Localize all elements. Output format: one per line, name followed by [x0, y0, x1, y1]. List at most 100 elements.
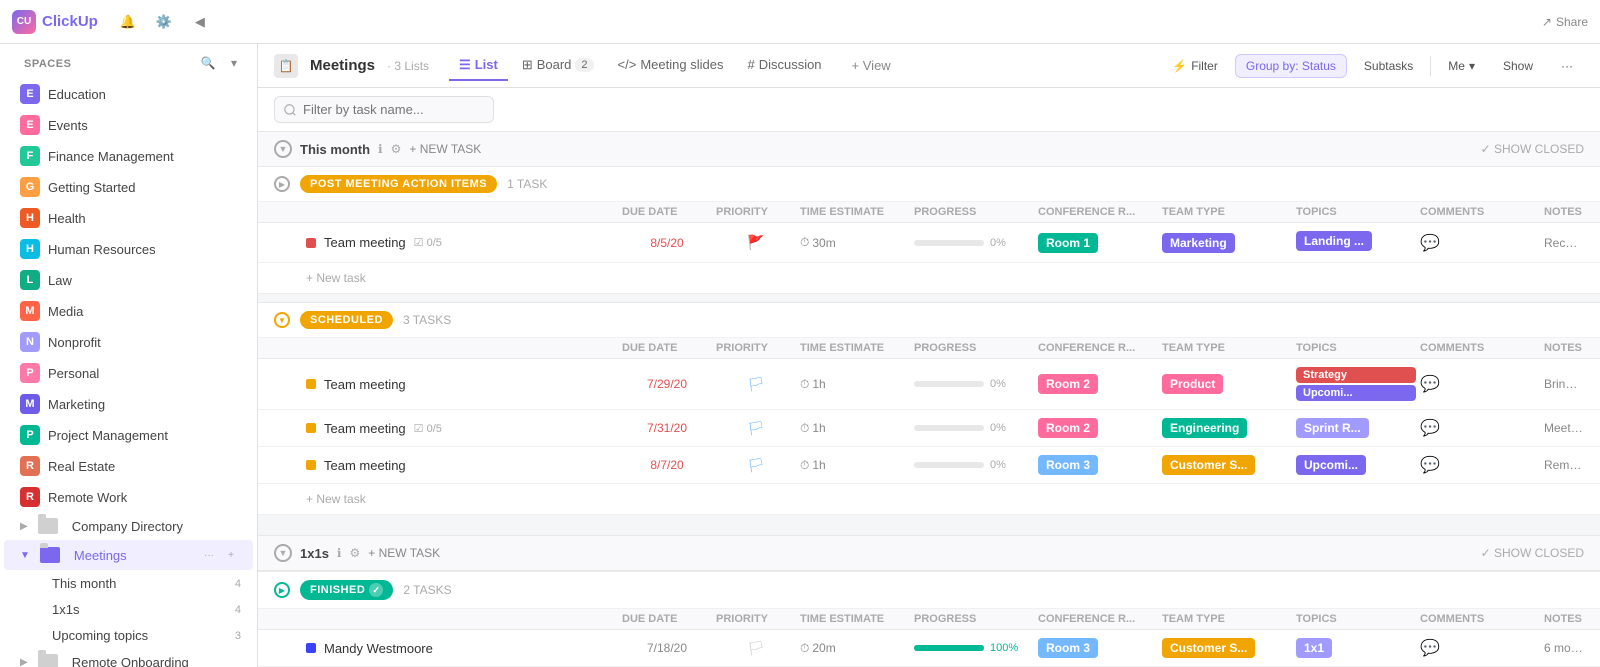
add-view-button[interactable]: + View — [844, 54, 899, 77]
conference-room-cell[interactable]: Room 2 — [1038, 418, 1158, 438]
onexone-settings-icon[interactable]: ⚙ — [349, 546, 360, 560]
topic-cell[interactable]: 1x1 — [1296, 638, 1416, 658]
share-button[interactable]: ↗ Share — [1542, 15, 1588, 29]
team-badge[interactable]: Product — [1162, 374, 1223, 394]
tab-board[interactable]: ⊞ Board 2 — [512, 51, 604, 81]
comment-icon[interactable]: 💬 — [1420, 235, 1440, 252]
topic1-badge[interactable]: Strategy — [1296, 367, 1416, 383]
conference-badge[interactable]: Room 3 — [1038, 455, 1098, 475]
conference-room-cell[interactable]: Room 1 — [1038, 233, 1158, 253]
scheduled-new-task[interactable]: + New task — [258, 484, 1600, 515]
sidebar-folder-remote-onboarding[interactable]: ▶ Remote Onboarding — [4, 649, 253, 667]
onexone-show-closed[interactable]: ✓ SHOW CLOSED — [1481, 546, 1584, 560]
post-meeting-toggle[interactable]: ▶ — [274, 176, 290, 192]
topic-badge[interactable]: 1x1 — [1296, 638, 1332, 658]
team-type-cell[interactable]: Customer S... — [1162, 638, 1292, 658]
this-month-new-task-btn[interactable]: + NEW TASK — [409, 142, 481, 156]
topic-badge[interactable]: Upcomi... — [1296, 455, 1366, 475]
comments-cell[interactable]: 💬 — [1420, 638, 1540, 658]
meetings-add-btn[interactable]: + — [221, 545, 241, 565]
sidebar-folder-meetings[interactable]: ▼ Meetings ··· + — [4, 540, 253, 570]
conference-room-cell[interactable]: Room 2 — [1038, 374, 1158, 394]
finished-toggle[interactable]: ▶ — [274, 582, 290, 598]
sidebar-item-remote-work[interactable]: R Remote Work — [4, 482, 253, 512]
conference-badge[interactable]: Room 3 — [1038, 638, 1098, 658]
task-name[interactable]: Team meeting — [324, 421, 406, 436]
this-month-toggle[interactable]: ▼ — [274, 140, 292, 158]
team-type-cell[interactable]: Engineering — [1162, 418, 1292, 438]
scheduled-toggle[interactable]: ▼ — [274, 312, 290, 328]
sidebar-item-getting-started[interactable]: G Getting Started — [4, 172, 253, 202]
sidebar-item-this-month[interactable]: This month 4 — [32, 571, 253, 596]
comment-icon[interactable]: 💬 — [1420, 420, 1440, 437]
sidebar-item-media[interactable]: M Media — [4, 296, 253, 326]
filter-button[interactable]: ⚡ Filter — [1161, 54, 1229, 78]
team-type-cell[interactable]: Customer S... — [1162, 455, 1292, 475]
sidebar-item-law[interactable]: L Law — [4, 265, 253, 295]
topic-cell[interactable]: Sprint R... — [1296, 418, 1416, 438]
sidebar-search-icon[interactable]: 🔍 — [197, 52, 219, 74]
comments-cell[interactable]: 💬 — [1420, 374, 1540, 394]
search-input[interactable] — [274, 96, 494, 123]
task-name[interactable]: Team meeting — [324, 377, 406, 392]
topic-cell[interactable]: Strategy Upcomi... — [1296, 367, 1416, 401]
comments-cell[interactable]: 💬 — [1420, 455, 1540, 475]
team-badge[interactable]: Engineering — [1162, 418, 1247, 438]
sidebar-item-1x1s[interactable]: 1x1s 4 — [32, 597, 253, 622]
post-meeting-new-task[interactable]: + New task — [258, 263, 1600, 294]
sidebar-item-project-management[interactable]: P Project Management — [4, 420, 253, 450]
comments-cell[interactable]: 💬 — [1420, 233, 1540, 253]
sidebar-expand-icon[interactable]: ▾ — [223, 52, 245, 74]
task-name[interactable]: Mandy Westmoore — [324, 641, 433, 656]
task-name[interactable]: Team meeting — [324, 458, 406, 473]
comment-icon[interactable]: 💬 — [1420, 457, 1440, 474]
topic-badge[interactable]: Sprint R... — [1296, 418, 1369, 438]
onexone-new-task-btn[interactable]: + NEW TASK — [368, 546, 440, 560]
meetings-more-btn[interactable]: ··· — [199, 545, 219, 565]
comment-icon[interactable]: 💬 — [1420, 640, 1440, 657]
conference-badge[interactable]: Room 1 — [1038, 233, 1098, 253]
settings-icon[interactable]: ⚙️ — [150, 8, 178, 36]
conference-badge[interactable]: Room 2 — [1038, 374, 1098, 394]
notifications-icon[interactable]: 🔔 — [114, 8, 142, 36]
task-name[interactable]: Team meeting — [324, 235, 406, 250]
team-badge[interactable]: Marketing — [1162, 233, 1235, 253]
show-button[interactable]: Show — [1492, 54, 1544, 78]
sidebar-item-events[interactable]: E Events — [4, 110, 253, 140]
topic2-badge[interactable]: Upcomi... — [1296, 385, 1416, 401]
onexone-toggle[interactable]: ▼ — [274, 544, 292, 562]
sidebar-item-nonprofit[interactable]: N Nonprofit — [4, 327, 253, 357]
me-button[interactable]: Me ▾ — [1437, 54, 1486, 78]
sidebar-item-real-estate[interactable]: R Real Estate — [4, 451, 253, 481]
sidebar-folder-company-directory[interactable]: ▶ Company Directory — [4, 513, 253, 539]
team-type-cell[interactable]: Product — [1162, 374, 1292, 394]
conference-room-cell[interactable]: Room 3 — [1038, 455, 1158, 475]
sidebar-item-personal[interactable]: P Personal — [4, 358, 253, 388]
comment-icon[interactable]: 💬 — [1420, 376, 1440, 393]
sidebar-item-finance[interactable]: F Finance Management — [4, 141, 253, 171]
team-badge[interactable]: Customer S... — [1162, 455, 1255, 475]
collapse-sidebar-icon[interactable]: ◀ — [186, 8, 214, 36]
tab-discussion[interactable]: # Discussion — [737, 51, 831, 80]
subtasks-button[interactable]: Subtasks — [1353, 54, 1424, 78]
this-month-settings-icon[interactable]: ⚙ — [391, 142, 402, 156]
tab-meeting-slides[interactable]: </> Meeting slides — [608, 51, 734, 80]
this-month-show-closed[interactable]: ✓ SHOW CLOSED — [1481, 142, 1584, 156]
logo[interactable]: CU ClickUp — [12, 10, 98, 34]
tab-list[interactable]: ☰ List — [449, 51, 508, 81]
sidebar-item-education[interactable]: E Education — [4, 79, 253, 109]
topic-badge[interactable]: Landing ... — [1296, 231, 1372, 251]
conference-room-cell[interactable]: Room 3 — [1038, 638, 1158, 658]
sidebar-item-marketing[interactable]: M Marketing — [4, 389, 253, 419]
sidebar-item-human-resources[interactable]: H Human Resources — [4, 234, 253, 264]
more-options-button[interactable]: ··· — [1550, 54, 1584, 78]
team-badge[interactable]: Customer S... — [1162, 638, 1255, 658]
conference-badge[interactable]: Room 2 — [1038, 418, 1098, 438]
topic-cell[interactable]: Landing ... — [1296, 231, 1416, 254]
sidebar-item-upcoming-topics[interactable]: Upcoming topics 3 — [32, 623, 253, 648]
sidebar-item-health[interactable]: H Health — [4, 203, 253, 233]
topic-cell[interactable]: Upcomi... — [1296, 455, 1416, 475]
comments-cell[interactable]: 💬 — [1420, 418, 1540, 438]
group-by-button[interactable]: Group by: Status — [1235, 54, 1347, 78]
team-type-cell[interactable]: Marketing — [1162, 233, 1292, 253]
